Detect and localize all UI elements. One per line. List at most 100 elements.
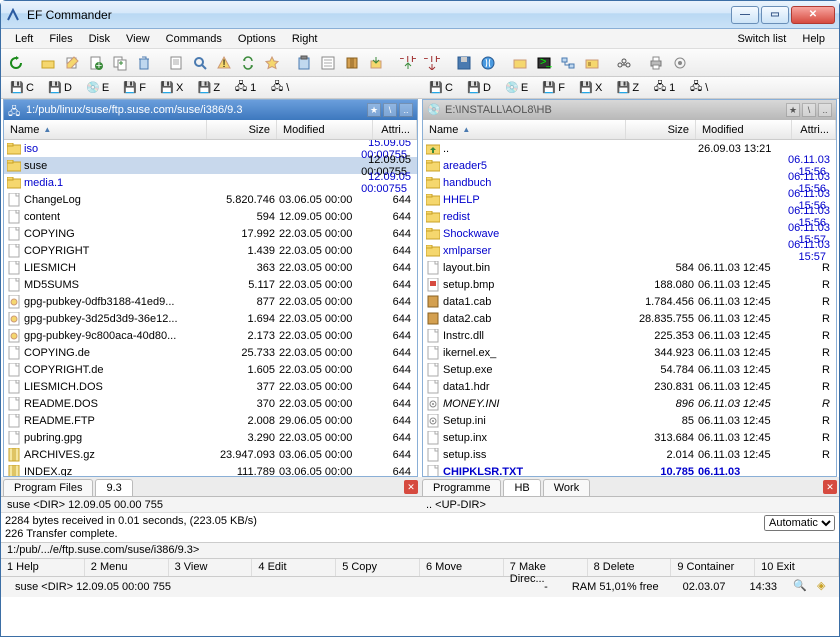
binoculars-icon[interactable]: 🔍 — [793, 579, 809, 595]
file-row[interactable]: COPYING17.99222.03.05 00:00644 — [4, 225, 417, 242]
file-row[interactable]: COPYRIGHT.de1.60522.03.05 00:00644 — [4, 361, 417, 378]
copy-icon[interactable] — [109, 52, 131, 74]
network-icon[interactable] — [557, 52, 579, 74]
file-row[interactable]: COPYING.de25.73322.03.05 00:00644 — [4, 344, 417, 361]
col-modified[interactable]: Modified — [696, 120, 792, 139]
drive-1-right[interactable]: 🖧1 — [648, 79, 680, 97]
col-attr[interactable]: Attri... — [373, 120, 417, 139]
file-row[interactable]: LIESMICH36322.03.05 00:00644 — [4, 259, 417, 276]
col-attr[interactable]: Attri... — [792, 120, 836, 139]
clipboard-icon[interactable] — [293, 52, 315, 74]
menu-left[interactable]: Left — [7, 31, 41, 47]
path-up-icon[interactable]: .. — [818, 103, 832, 117]
drive-c-left[interactable]: 💾C — [5, 79, 39, 97]
file-row[interactable]: Setup.exe54.78406.11.03 12:45R — [423, 361, 836, 378]
file-row[interactable]: ikernel.ex_344.92306.11.03 12:45R — [423, 344, 836, 361]
path-star-icon[interactable]: ★ — [786, 103, 800, 117]
delete-icon[interactable] — [133, 52, 155, 74]
users-icon[interactable] — [613, 52, 635, 74]
extract-icon[interactable] — [365, 52, 387, 74]
browser-icon[interactable] — [477, 52, 499, 74]
menu-disk[interactable]: Disk — [81, 31, 118, 47]
left-file-list[interactable]: iso15.09.05 00:00755suse12.09.05 00:0075… — [4, 140, 417, 476]
col-name[interactable]: Name▲ — [4, 120, 207, 139]
ftp-up-icon[interactable]: FTP — [397, 52, 419, 74]
fkey-mkdir[interactable]: 7 Make Direc... — [504, 559, 588, 576]
file-row[interactable]: COPYRIGHT1.43922.03.05 00:00644 — [4, 242, 417, 259]
file-row[interactable]: Instrc.dll225.35306.11.03 12:45R — [423, 327, 836, 344]
drive-e-left[interactable]: 💿E — [81, 79, 114, 97]
file-row[interactable]: xmlparser06.11.03 15:57 — [423, 242, 836, 259]
file-row[interactable]: content59412.09.05 00:00644 — [4, 208, 417, 225]
encoding-select[interactable]: Automatic — [764, 515, 835, 531]
close-button[interactable]: ✕ — [791, 6, 835, 24]
fkey-delete[interactable]: 8 Delete — [588, 559, 672, 576]
file-row[interactable]: ARCHIVES.gz23.947.09303.06.05 00:00644 — [4, 446, 417, 463]
file-row[interactable]: LIESMICH.DOS37722.03.05 00:00644 — [4, 378, 417, 395]
menu-view[interactable]: View — [118, 31, 158, 47]
favorite-icon[interactable] — [261, 52, 283, 74]
col-name[interactable]: Name▲ — [423, 120, 626, 139]
command-line[interactable]: 1:/pub/.../e/ftp.suse.com/suse/i386/9.3> — [1, 543, 839, 559]
file-row[interactable]: data1.hdr230.83106.11.03 12:45R — [423, 378, 836, 395]
file-row[interactable]: setup.iss2.01406.11.03 12:45R — [423, 446, 836, 463]
col-size[interactable]: Size — [207, 120, 277, 139]
warning-icon[interactable]: ! — [213, 52, 235, 74]
view-icon[interactable] — [165, 52, 187, 74]
ftp-down-icon[interactable]: FTP — [421, 52, 443, 74]
maximize-button[interactable]: ▭ — [761, 6, 789, 24]
file-row[interactable]: MD5SUMS5.11722.03.05 00:00644 — [4, 276, 417, 293]
file-row[interactable]: layout.bin58406.11.03 12:45R — [423, 259, 836, 276]
path-up-icon[interactable]: .. — [399, 103, 413, 117]
file-row[interactable]: gpg-pubkey-3d25d3d9-36e12...1.69422.03.0… — [4, 310, 417, 327]
drive-f-left[interactable]: 💾F — [118, 79, 151, 97]
left-path-bar[interactable]: 🖧 1:/pub/linux/suse/ftp.suse.com/suse/i3… — [4, 100, 417, 120]
file-row[interactable]: MONEY.INI89606.11.03 12:45R — [423, 395, 836, 412]
right-path-bar[interactable]: 💿 E:\INSTALL\AOL8\HB ★ \ .. — [423, 100, 836, 120]
file-row[interactable]: media.112.09.05 00:00755 — [4, 174, 417, 191]
sync-icon[interactable] — [237, 52, 259, 74]
drive-e-right[interactable]: 💿E — [500, 79, 533, 97]
fkey-copy[interactable]: 5 Copy — [336, 559, 420, 576]
tab-hb[interactable]: HB — [503, 479, 540, 496]
disk-icon[interactable] — [453, 52, 475, 74]
drive-c-right[interactable]: 💾C — [424, 79, 458, 97]
fkey-menu[interactable]: 2 Menu — [85, 559, 169, 576]
menu-options[interactable]: Options — [230, 31, 284, 47]
terminal-icon[interactable]: >_ — [533, 52, 555, 74]
folder-open-icon[interactable] — [37, 52, 59, 74]
refresh-icon[interactable] — [5, 52, 27, 74]
drive-d-left[interactable]: 💾D — [43, 79, 77, 97]
file-row[interactable]: data1.cab1.784.45606.11.03 12:45R — [423, 293, 836, 310]
edit-icon[interactable] — [61, 52, 83, 74]
minimize-button[interactable]: — — [731, 6, 759, 24]
file-row[interactable]: CHIPKLSR.TXT10.78506.11.03 — [423, 463, 836, 476]
path-root-icon[interactable]: \ — [802, 103, 816, 117]
newfolder-icon[interactable] — [509, 52, 531, 74]
tab-close-icon[interactable]: ✕ — [823, 480, 837, 494]
new-file-icon[interactable]: + — [85, 52, 107, 74]
col-modified[interactable]: Modified — [277, 120, 373, 139]
drive-d-right[interactable]: 💾D — [462, 79, 496, 97]
drive-x-left[interactable]: 💾X — [155, 79, 188, 97]
print-icon[interactable] — [645, 52, 667, 74]
file-row[interactable]: ChangeLog5.820.74603.06.05 00:00644 — [4, 191, 417, 208]
file-row[interactable]: README.FTP2.00829.06.05 00:00644 — [4, 412, 417, 429]
menu-commands[interactable]: Commands — [158, 31, 230, 47]
file-row[interactable]: Setup.ini8506.11.03 12:45R — [423, 412, 836, 429]
menu-right[interactable]: Right — [284, 31, 326, 47]
drive-net-left[interactable]: 🖧\ — [265, 79, 294, 97]
list-icon[interactable] — [317, 52, 339, 74]
drive-1-left[interactable]: 🖧1 — [229, 79, 261, 97]
search-icon[interactable] — [189, 52, 211, 74]
file-row[interactable]: setup.bmp188.08006.11.03 12:45R — [423, 276, 836, 293]
drive-z-left[interactable]: 💾Z — [192, 79, 225, 97]
drive-x-right[interactable]: 💾X — [574, 79, 607, 97]
archive-icon[interactable] — [341, 52, 363, 74]
col-size[interactable]: Size — [626, 120, 696, 139]
menu-help[interactable]: Help — [794, 31, 833, 47]
fkey-container[interactable]: 9 Container — [671, 559, 755, 576]
tab-93[interactable]: 9.3 — [95, 479, 132, 496]
menu-switchlist[interactable]: Switch list — [729, 31, 794, 47]
fkey-view[interactable]: 3 View — [169, 559, 253, 576]
